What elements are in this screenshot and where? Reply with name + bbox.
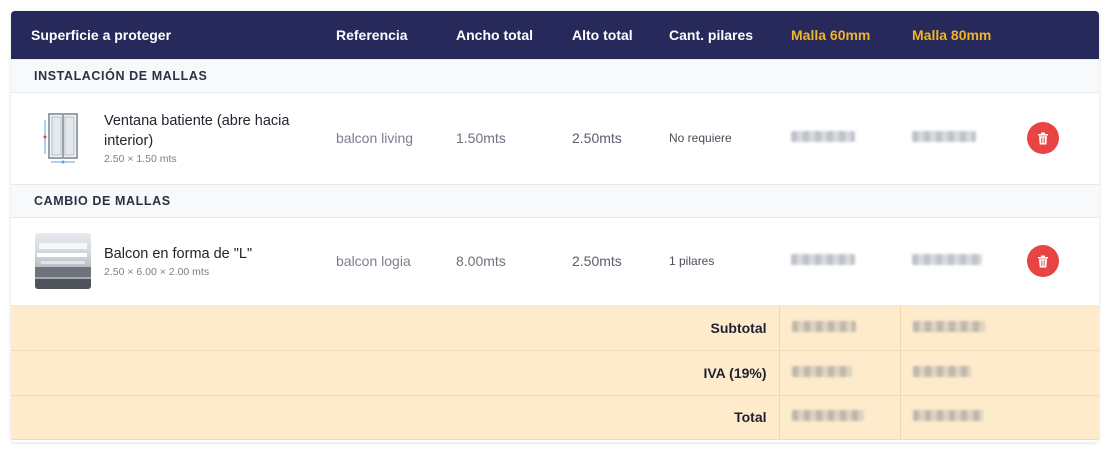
trash-icon <box>1038 255 1048 267</box>
section-title: CAMBIO DE MALLAS <box>11 183 1099 218</box>
mesh-80-price-blurred <box>900 217 1021 306</box>
total-mesh-80-blurred <box>899 395 1021 440</box>
delete-item-button[interactable] <box>1027 122 1059 154</box>
mesh-60-price-blurred <box>779 92 900 185</box>
window-icon <box>34 110 92 166</box>
header-mesh-60: Malla 60mm <box>791 26 871 43</box>
header-height: Alto total <box>572 26 633 43</box>
subtotal-mesh-80-blurred <box>899 305 1021 351</box>
product-cell: Balcon en forma de "L" 2.50 × 6.00 × 2.0… <box>11 217 316 306</box>
product-cell: Ventana batiente (abre hacia interior) 2… <box>11 92 316 185</box>
total-mesh-60-blurred <box>778 395 900 440</box>
section-title: INSTALACIÓN DE MALLAS <box>11 58 1099 93</box>
reference-cell: balcon logia <box>316 217 436 306</box>
mesh-80-price-blurred <box>900 92 1021 185</box>
actions-cell <box>1021 217 1099 306</box>
product-name: Balcon en forma de "L" <box>104 246 253 262</box>
total-label: Total <box>11 395 779 440</box>
subtotal-mesh-60-blurred <box>778 305 900 351</box>
table-row: Balcon en forma de "L" 2.50 × 6.00 × 2.0… <box>11 217 1099 306</box>
header-mesh-80: Malla 80mm <box>912 26 992 43</box>
iva-label: IVA (19%) <box>11 350 779 396</box>
pillars-cell: 1 pilares <box>649 217 779 306</box>
actions-cell <box>1021 92 1099 185</box>
header-pillars: Cant. pilares <box>669 26 754 43</box>
iva-mesh-60-blurred <box>778 350 900 396</box>
header-reference: Referencia <box>336 26 408 43</box>
width-cell: 8.00mts <box>436 217 552 306</box>
header-surface: Superficie a proteger <box>31 26 172 43</box>
reference-cell: balcon living <box>316 92 436 185</box>
total-row: Total <box>11 395 1099 440</box>
product-dimensions: 2.50 × 1.50 mts <box>104 153 177 165</box>
header-actions <box>1021 11 1099 59</box>
mesh-60-price-blurred <box>779 217 900 306</box>
section-row-installation: INSTALACIÓN DE MALLAS <box>11 58 1099 93</box>
table-row: Ventana batiente (abre hacia interior) 2… <box>11 92 1099 185</box>
product-dimensions: 2.50 × 6.00 × 2.00 mts <box>104 266 210 278</box>
trash-icon <box>1038 132 1048 144</box>
product-name: Ventana batiente (abre hacia interior) <box>104 113 290 149</box>
quote-table: Superficie a proteger Referencia Ancho t… <box>11 11 1099 440</box>
height-cell: 2.50mts <box>552 92 649 185</box>
l-balcony-photo <box>34 233 92 289</box>
delete-item-button[interactable] <box>1027 245 1059 277</box>
header-width: Ancho total <box>456 26 533 43</box>
width-cell: 1.50mts <box>436 92 552 185</box>
table-header: Superficie a proteger Referencia Ancho t… <box>11 11 1099 59</box>
subtotal-label: Subtotal <box>11 305 779 351</box>
subtotal-row: Subtotal <box>11 305 1099 351</box>
iva-mesh-80-blurred <box>899 350 1021 396</box>
section-row-change: CAMBIO DE MALLAS <box>11 183 1099 218</box>
height-cell: 2.50mts <box>552 217 649 306</box>
iva-row: IVA (19%) <box>11 350 1099 396</box>
pillars-cell: No requiere <box>649 92 779 185</box>
quote-table-card: Superficie a proteger Referencia Ancho t… <box>11 11 1099 442</box>
